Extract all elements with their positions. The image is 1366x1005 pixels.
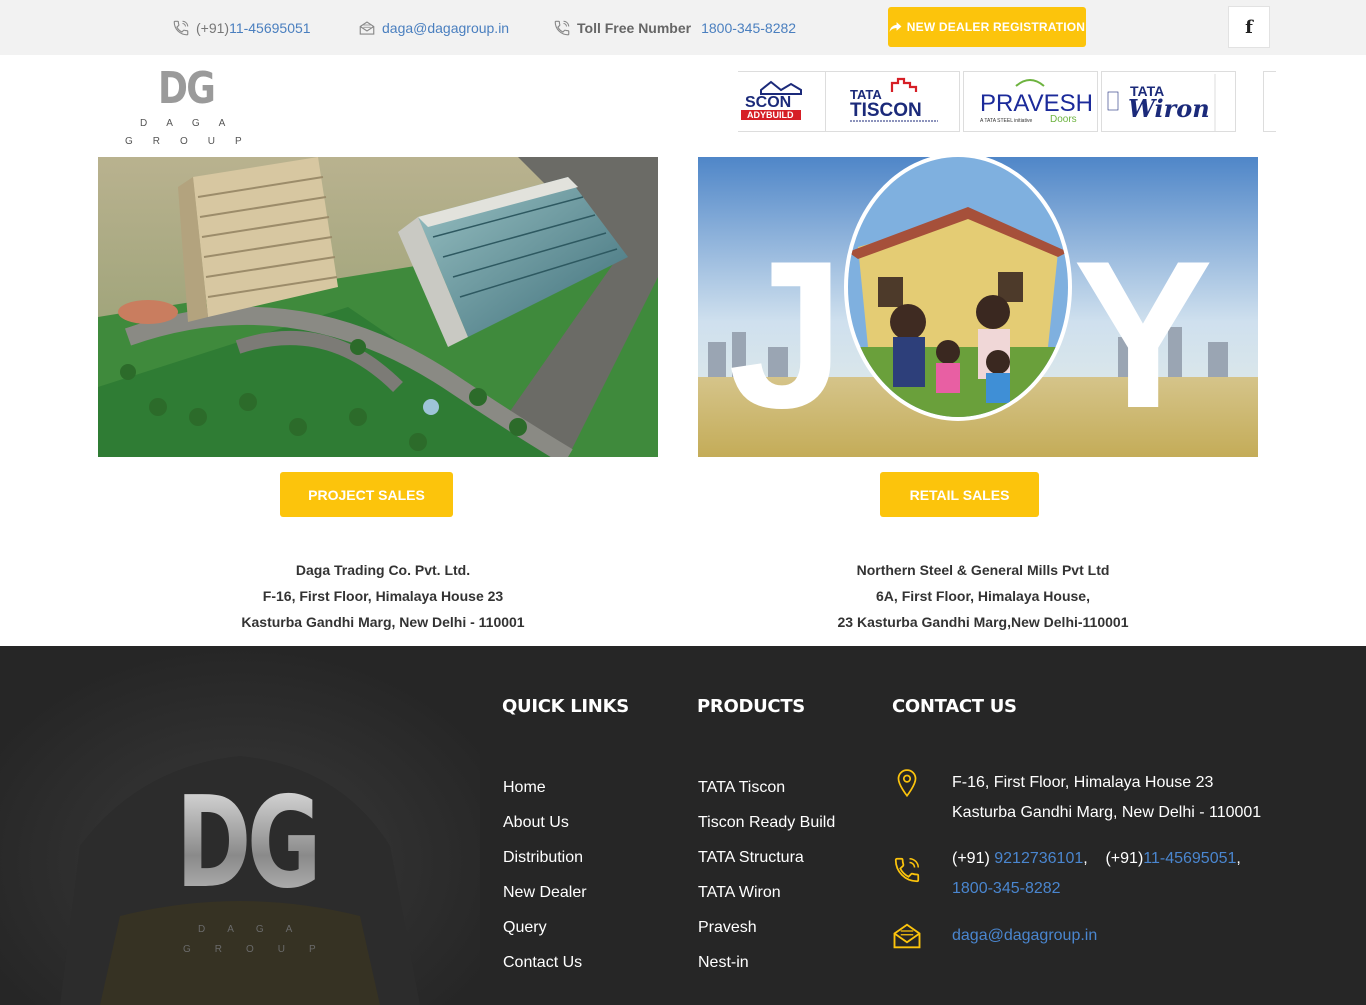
- retail-sales-image[interactable]: J Y: [698, 157, 1258, 457]
- retail-address-line1: 6A, First Floor, Himalaya House,: [876, 588, 1090, 604]
- contact-phones: (+91) 9212736101, (+91)11-45695051, 1800…: [892, 844, 1241, 904]
- quick-links-list: Home About Us Distribution New Dealer Qu…: [503, 776, 587, 986]
- facebook-glyph: f: [1245, 16, 1253, 38]
- footer: DG DAGA GROUP QUICK LINKS PRODUCTS CONTA…: [0, 646, 1366, 1005]
- quick-links-title: QUICK LINKS: [502, 696, 629, 717]
- banner-letter: Y: [1073, 217, 1213, 452]
- product-link-tata-tiscon[interactable]: TATA Tiscon: [698, 776, 835, 811]
- toll-free-number[interactable]: 1800-345-8282: [701, 20, 796, 36]
- retail-company-address: Northern Steel & General Mills Pvt Ltd 6…: [698, 557, 1268, 635]
- toll-free-label: Toll Free Number: [577, 20, 692, 36]
- contact-address: F-16, First Floor, Himalaya House 23 Kas…: [892, 768, 1261, 828]
- project-company-name: Daga Trading Co. Pvt. Ltd.: [295, 562, 471, 578]
- quick-link-query[interactable]: Query: [503, 916, 587, 951]
- products-list: TATA Tiscon Tiscon Ready Build TATA Stru…: [698, 776, 835, 986]
- contact-email-link[interactable]: daga@dagagroup.in: [952, 927, 1097, 944]
- mail-icon: [892, 921, 922, 951]
- brand-line: PRAVESH: [980, 90, 1093, 117]
- contact-phone-landline[interactable]: 11-45695051: [1143, 850, 1236, 867]
- topbar-email-link[interactable]: daga@dagagroup.in: [382, 20, 509, 36]
- brand-line: A TATA STEEL initiative: [980, 118, 1032, 124]
- contact-address-line1: F-16, First Floor, Himalaya House 23: [952, 774, 1214, 791]
- footer-logo-line1: DAGA: [198, 924, 315, 935]
- mail-icon: [359, 21, 375, 35]
- brand-line: SCON: [745, 94, 791, 111]
- daga-group-logo[interactable]: DG DAGA GROUP: [120, 63, 250, 148]
- contact-phone-prefix: (+91): [1105, 850, 1144, 867]
- quick-link-about-us[interactable]: About Us: [503, 811, 587, 846]
- project-company-address: Daga Trading Co. Pvt. Ltd. F-16, First F…: [98, 557, 668, 635]
- brand-line: ADYBUILD: [747, 110, 794, 120]
- products-title: PRODUCTS: [697, 696, 805, 717]
- project-sales-image[interactable]: [98, 157, 658, 457]
- project-address-line1: F-16, First Floor, Himalaya House 23: [262, 588, 504, 604]
- contact-phone-mobile[interactable]: 9212736101: [994, 850, 1083, 867]
- product-link-nest-in[interactable]: Nest-in: [698, 951, 835, 986]
- footer-logo-line2: GROUP: [183, 944, 340, 955]
- logo-mark: DG: [158, 63, 216, 114]
- phone-icon: [173, 20, 189, 36]
- product-link-pravesh[interactable]: Pravesh: [698, 916, 835, 951]
- project-sales-button[interactable]: PROJECT SALES: [280, 472, 453, 517]
- facebook-icon[interactable]: f: [1228, 6, 1270, 48]
- retail-sales-button[interactable]: RETAIL SALES: [880, 472, 1039, 517]
- brand-carousel: SCON ADYBUILD TATA TISCON PRAVESH A TATA…: [738, 71, 1276, 132]
- brand-line: Wiron: [1128, 94, 1210, 123]
- contact-email: daga@dagagroup.in: [892, 921, 1097, 951]
- new-dealer-registration-label: NEW DEALER REGISTRATION: [906, 20, 1086, 34]
- footer-logo-mark: DG: [176, 769, 321, 916]
- quick-link-home[interactable]: Home: [503, 776, 587, 811]
- quick-link-new-dealer[interactable]: New Dealer: [503, 881, 587, 916]
- contact-toll-free[interactable]: 1800-345-8282: [952, 880, 1061, 897]
- contact-address-line2: Kasturba Gandhi Marg, New Delhi - 110001: [952, 804, 1262, 821]
- brand-line: Doors: [1050, 114, 1077, 125]
- topbar-phone-prefix: (+91): [196, 20, 230, 36]
- share-icon: [889, 22, 902, 32]
- quick-link-distribution[interactable]: Distribution: [503, 846, 587, 881]
- topbar-phone[interactable]: (+91) 11-45695051: [172, 17, 311, 39]
- product-link-tiscon-ready-build[interactable]: Tiscon Ready Build: [698, 811, 835, 846]
- top-bar: (+91) 11-45695051 daga@dagagroup.in Toll …: [0, 0, 1366, 55]
- banner-letter: J: [728, 217, 845, 452]
- brand-pravesh[interactable]: PRAVESH A TATA STEEL initiative Doors: [963, 71, 1098, 132]
- product-link-tata-wiron[interactable]: TATA Wiron: [698, 881, 835, 916]
- phone-icon: [554, 20, 570, 36]
- location-icon: [892, 768, 922, 828]
- contact-us-title: CONTACT US: [892, 696, 1017, 717]
- logo-line2: GROUP: [125, 136, 262, 147]
- brand-line: TISCON: [850, 100, 922, 121]
- contact-phone-prefix: (+91): [952, 850, 995, 867]
- retail-company-name: Northern Steel & General Mills Pvt Ltd: [856, 562, 1110, 578]
- retail-address-line2: 23 Kasturba Gandhi Marg,New Delhi-110001: [837, 614, 1129, 630]
- topbar-toll-free[interactable]: Toll Free Number 1800-345-8282: [553, 17, 796, 39]
- project-address-line2: Kasturba Gandhi Marg, New Delhi - 110001: [241, 614, 525, 630]
- product-link-tata-structura[interactable]: TATA Structura: [698, 846, 835, 881]
- topbar-phone-number[interactable]: 11-45695051: [229, 20, 310, 36]
- logo-line1: DAGA: [140, 118, 245, 129]
- phone-icon: [892, 844, 922, 904]
- brand-tiscon-readybuild[interactable]: SCON ADYBUILD: [738, 71, 835, 132]
- new-dealer-registration-button[interactable]: NEW DEALER REGISTRATION: [888, 7, 1086, 47]
- brand-next-partial[interactable]: [1263, 71, 1276, 132]
- brand-tata-wiron[interactable]: TATA Wiron: [1101, 71, 1236, 132]
- topbar-email[interactable]: daga@dagagroup.in: [358, 17, 509, 39]
- quick-link-contact-us[interactable]: Contact Us: [503, 951, 587, 986]
- brand-tata-tiscon[interactable]: TATA TISCON: [825, 71, 960, 132]
